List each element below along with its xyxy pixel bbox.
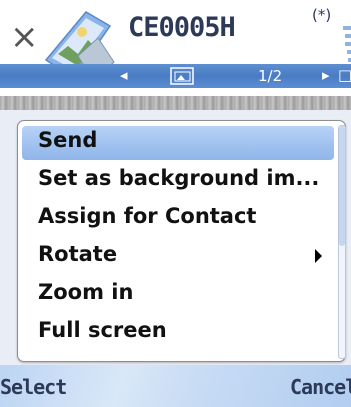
menu-item-label: Rotate [38,242,118,266]
menu-item-zoom-in[interactable]: Zoom in [22,278,334,312]
window-title: CE0005H [128,12,236,43]
menu-item-label: Set as background im... [38,166,320,190]
softkey-bar: Select Cancel [0,365,351,407]
menu-item-label: Zoom in [38,280,134,304]
menu-item-rotate[interactable]: Rotate [22,240,334,274]
select-softkey[interactable]: Select [0,375,67,399]
menu-item-label: Full screen [38,318,167,342]
title-bar: × CE0005H (*) [0,0,351,83]
page-indicator: 1/2 [258,67,283,85]
image-icon [170,67,194,85]
menu-item-send[interactable]: Send [22,126,334,160]
signal-strength-icon [343,26,351,62]
menu-item-label: Assign for Contact [38,204,257,228]
scrollbar-thumb[interactable] [339,126,345,246]
next-item-icon: □ [338,66,351,84]
menu-item-assign-for-contact[interactable]: Assign for Contact [22,202,334,236]
bluetooth-indicator: (*) [312,6,332,24]
next-arrow-icon[interactable]: ▸ [322,66,330,84]
previous-arrow-icon[interactable]: ◂ [120,66,128,84]
menu-item-set-as-background[interactable]: Set as background im... [22,164,334,198]
background-image-strip [0,96,351,110]
close-icon[interactable]: × [10,20,39,54]
navigation-bar: ◂ 1/2 ▸ □ [0,64,351,88]
submenu-arrow-icon [315,249,322,263]
menu-item-label: Send [38,128,98,152]
cancel-softkey[interactable]: Cancel [290,375,351,399]
menu-item-full-screen[interactable]: Full screen [22,316,334,350]
menu-scrollbar[interactable] [338,125,346,359]
options-menu: Send Set as background im... Assign for … [17,120,346,362]
